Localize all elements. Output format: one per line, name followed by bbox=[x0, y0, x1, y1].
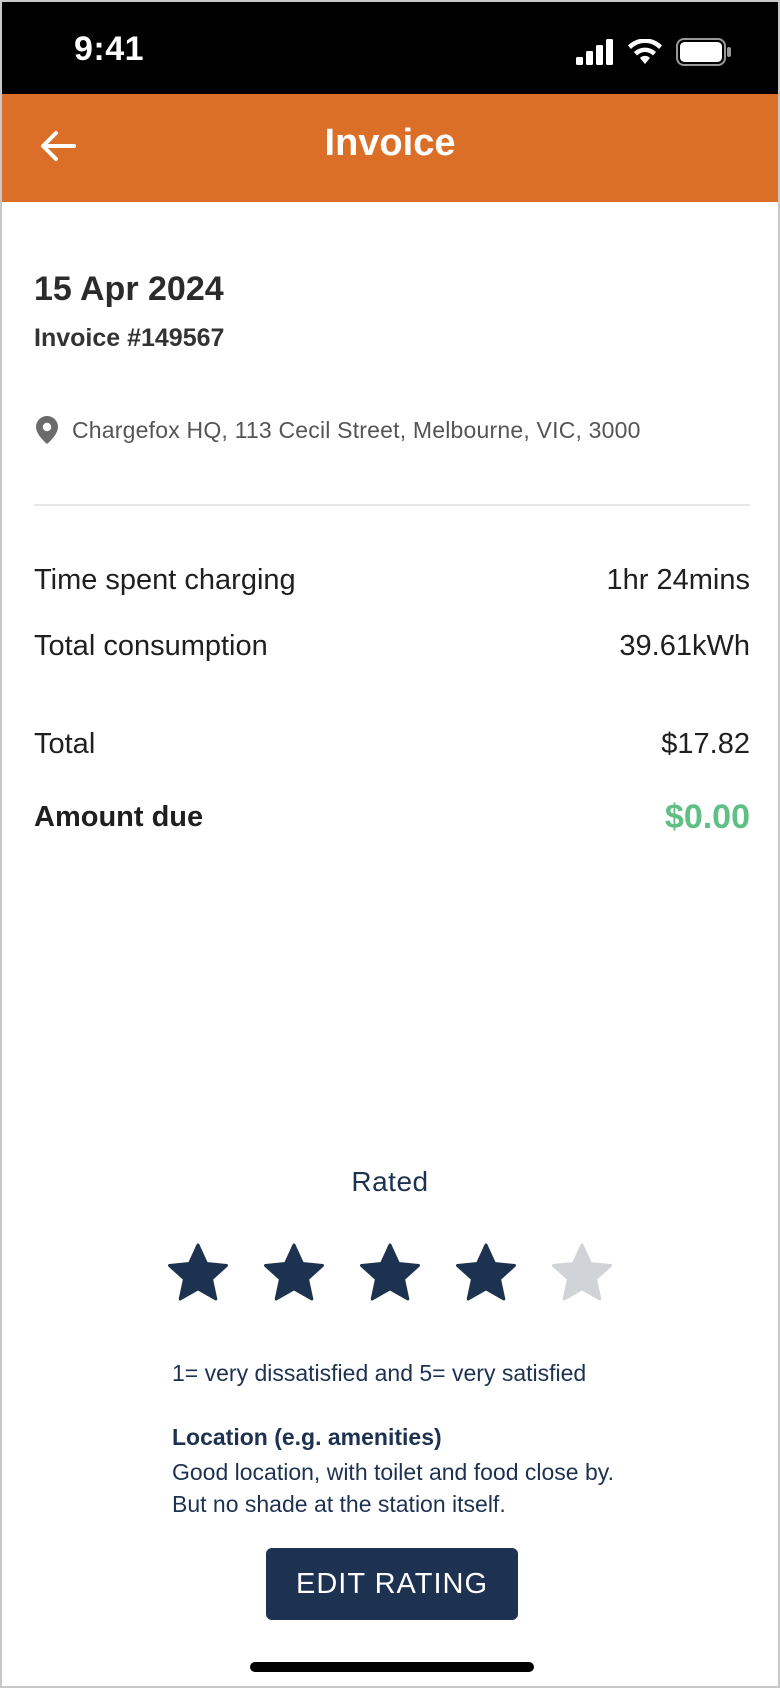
divider bbox=[34, 504, 750, 506]
star-filled-icon[interactable] bbox=[166, 1242, 230, 1306]
app-header: Invoice bbox=[2, 94, 778, 202]
star-filled-icon[interactable] bbox=[454, 1242, 518, 1306]
detail-value: 39.61kWh bbox=[619, 630, 750, 662]
star-rating bbox=[166, 1242, 614, 1306]
detail-row-consumption: Total consumption 39.61kWh bbox=[34, 630, 750, 663]
cellular-signal-icon bbox=[576, 39, 613, 65]
edit-rating-button[interactable]: EDIT RATING bbox=[266, 1548, 518, 1620]
detail-label: Time spent charging bbox=[34, 564, 296, 596]
total-value: $17.82 bbox=[661, 728, 750, 760]
total-row: Total $17.82 bbox=[34, 728, 750, 761]
page-title: Invoice bbox=[324, 122, 456, 164]
battery-icon bbox=[676, 38, 731, 66]
comment-title: Location (e.g. amenities) bbox=[172, 1424, 442, 1450]
detail-value: 1hr 24mins bbox=[606, 564, 750, 596]
home-indicator bbox=[250, 1662, 534, 1672]
rating-scale-note: 1= very dissatisfied and 5= very satisfi… bbox=[172, 1360, 587, 1386]
amount-due-label: Amount due bbox=[34, 801, 204, 833]
amount-due-row: Amount due $0.00 bbox=[34, 798, 750, 837]
invoice-number: Invoice #149567 bbox=[34, 324, 225, 352]
location-row: Chargefox HQ, 113 Cecil Street, Melbourn… bbox=[36, 416, 641, 444]
amount-due-value: $0.00 bbox=[664, 798, 750, 836]
detail-label: Total consumption bbox=[34, 630, 268, 662]
wifi-icon bbox=[628, 39, 662, 64]
star-empty-icon[interactable] bbox=[550, 1242, 614, 1306]
status-icons bbox=[576, 38, 732, 66]
status-time: 9:41 bbox=[74, 30, 145, 68]
comment-text: Good location, with toilet and food clos… bbox=[172, 1459, 614, 1517]
invoice-date: 15 Apr 2024 bbox=[34, 270, 224, 308]
status-bar: 9:41 bbox=[2, 2, 778, 94]
star-filled-icon[interactable] bbox=[262, 1242, 326, 1306]
location-pin-icon bbox=[36, 416, 58, 444]
rated-label: Rated bbox=[351, 1166, 429, 1197]
detail-row-charging-time: Time spent charging 1hr 24mins bbox=[34, 564, 750, 597]
location-address: Chargefox HQ, 113 Cecil Street, Melbourn… bbox=[72, 416, 641, 443]
phone-frame: 9:41 Invoice 15 Apr 2024 Invoice #149567… bbox=[0, 0, 780, 1688]
star-filled-icon[interactable] bbox=[358, 1242, 422, 1306]
total-label: Total bbox=[34, 728, 96, 760]
